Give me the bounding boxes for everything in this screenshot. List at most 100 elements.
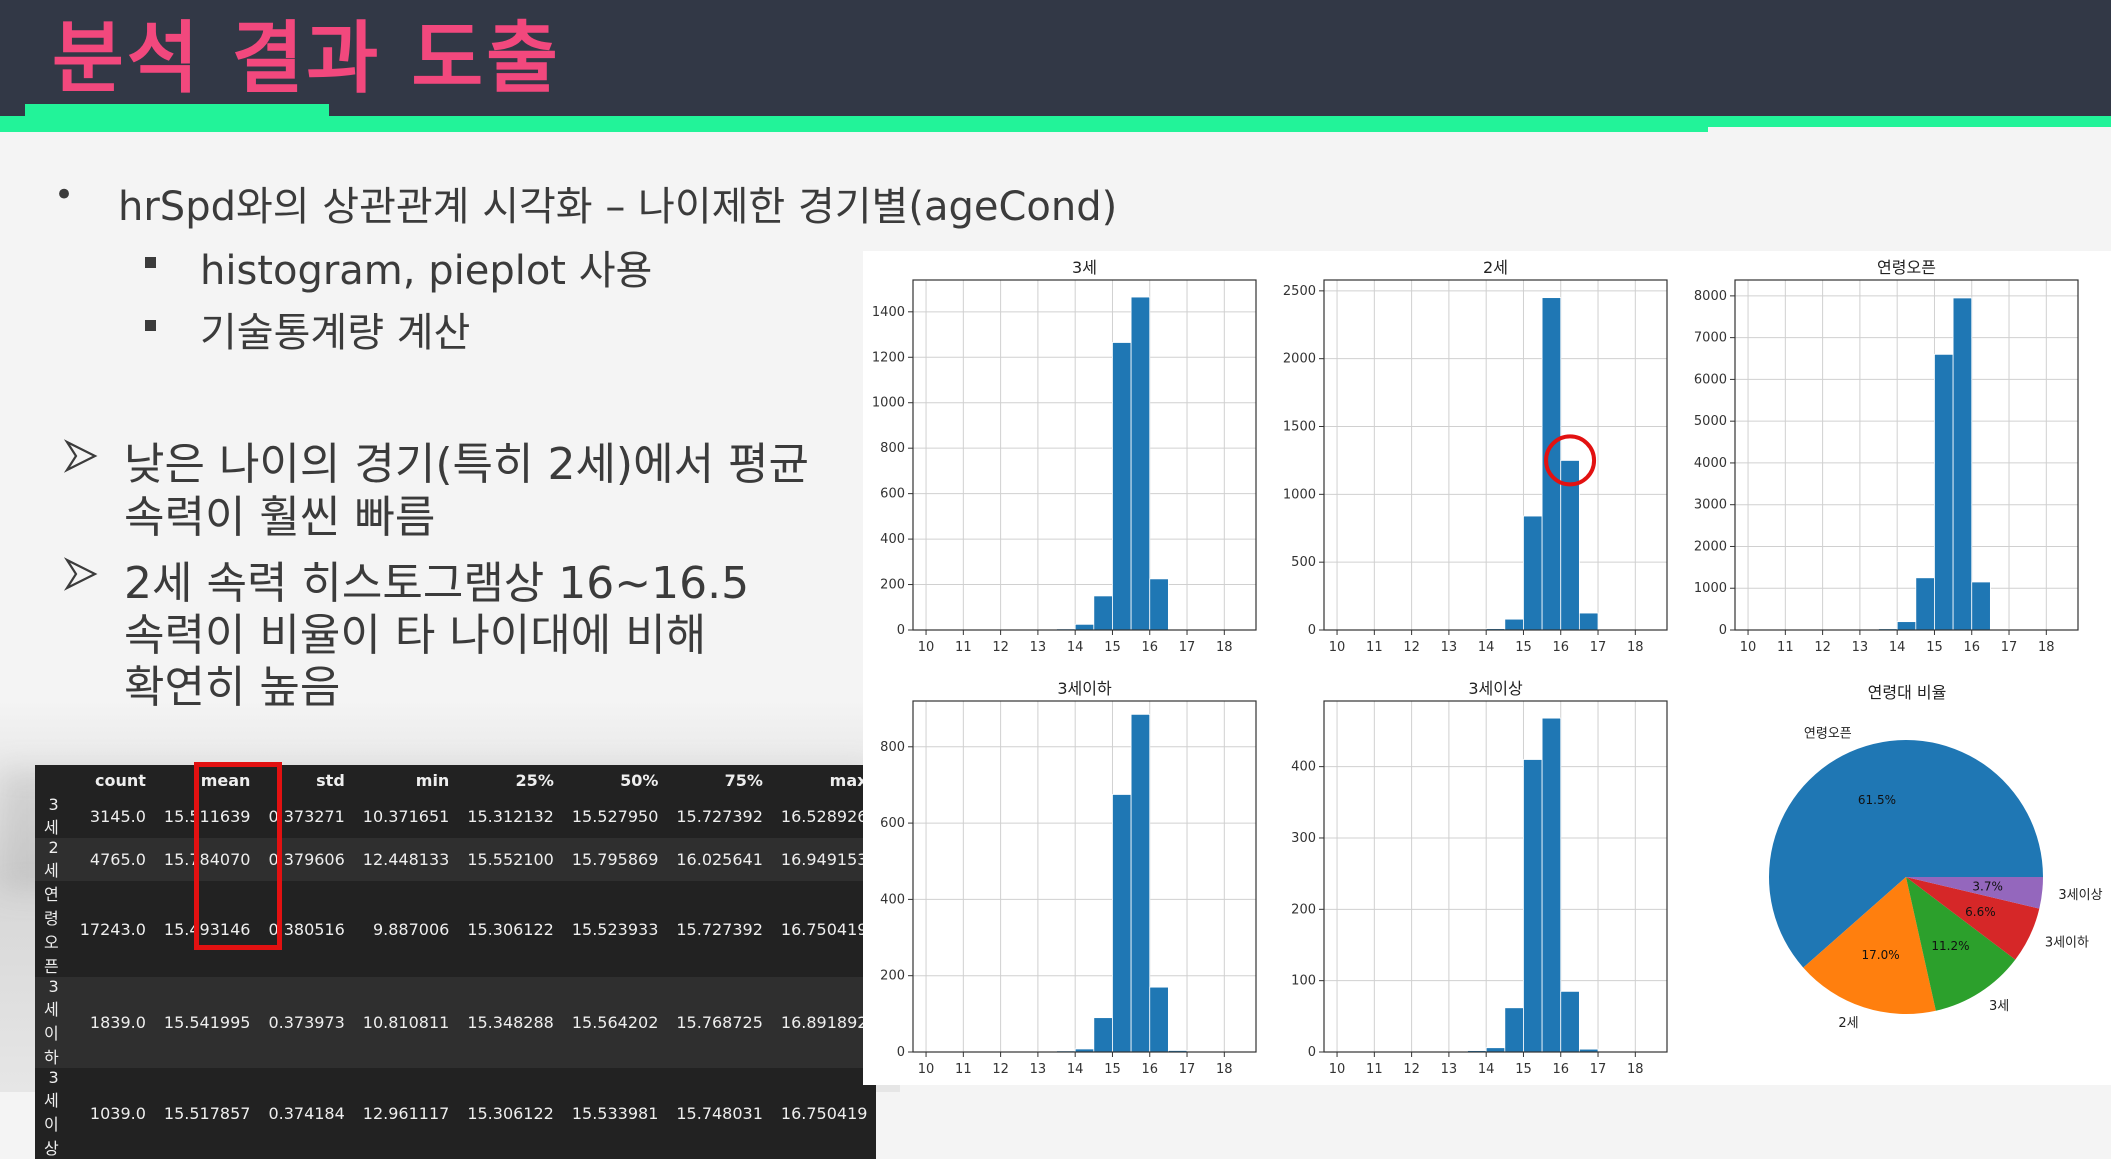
table-cell: 15.533981: [571, 1104, 659, 1123]
x-tick-label: 17: [2001, 640, 2018, 655]
charts-panel: 3세 10 11 12 13 14 15 16 17 18 0 200 400 600 800 1000 120…: [863, 251, 2111, 1085]
histogram-title: 연령오픈: [1877, 258, 1936, 277]
y-tick-label: 0: [1308, 623, 1316, 638]
histogram-bar: [1915, 577, 1935, 631]
y-tick-label: 7000: [1694, 331, 1727, 346]
histogram-bar: [1560, 990, 1580, 1053]
table-cell: 9.887006: [372, 919, 450, 939]
y-tick-label: 400: [880, 892, 905, 907]
table-cell: 16.025641: [667, 838, 772, 881]
x-tick-label: 10: [918, 640, 935, 655]
histogram-title: 3세이상: [1468, 679, 1523, 698]
x-tick-label: 17: [1179, 1062, 1196, 1077]
y-tick-label: 1500: [1283, 420, 1316, 435]
x-tick-label: 11: [955, 640, 972, 655]
table-cell: 15.541995: [154, 977, 260, 1068]
table-cell: 15.312132: [467, 807, 554, 826]
x-tick-label: 12: [1403, 1062, 1420, 1077]
arrow-bullet-icon: [64, 557, 98, 591]
table-row-label: 3세: [44, 795, 59, 837]
pie-pct-label: 11.2%: [1931, 939, 1969, 953]
table-cell: 12.448133: [353, 838, 459, 881]
x-tick-label: 15: [1515, 640, 1532, 655]
y-tick-label: 2000: [1694, 539, 1727, 554]
describe-stats-table: count mean std min 25% 50% 75% max 3세 3145.0 15.5…: [35, 765, 877, 1159]
y-tick-label: 0: [1308, 1045, 1316, 1060]
x-tick-label: 11: [955, 1062, 972, 1077]
bullet-dot-icon: •: [54, 175, 75, 215]
axes-frame: [1734, 279, 2079, 631]
table-corner-cell: [35, 765, 71, 795]
table-column-header: count: [95, 770, 146, 790]
histogram-bar: [1130, 713, 1151, 1053]
y-tick-label: 100: [1291, 974, 1316, 989]
pie-slice-label: 3세이상: [2058, 888, 2102, 903]
table-cell: 15.768725: [667, 977, 772, 1068]
histogram-bar: [1130, 296, 1151, 631]
axes-frame: [1323, 279, 1668, 631]
x-tick-label: 15: [1104, 640, 1121, 655]
x-tick-label: 11: [1777, 640, 1794, 655]
histogram-bar: [1523, 759, 1543, 1053]
y-tick-label: 1000: [1694, 581, 1727, 596]
y-tick-label: 200: [880, 969, 905, 984]
x-tick-label: 18: [1216, 640, 1233, 655]
charts-figure: 3세10 11 12 13 14 15 16 17 1802004006008001000120…: [872, 258, 2103, 1077]
y-tick-label: 3000: [1694, 498, 1727, 513]
table-row: 3세 3145.0 15.511639 0.373271 10.371651 15.312…: [35, 795, 876, 838]
pie-slice-label: 2세: [1838, 1016, 1858, 1031]
x-tick-label: 16: [1552, 640, 1569, 655]
x-tick-label: 14: [1067, 1062, 1084, 1077]
x-tick-label: 17: [1590, 640, 1607, 655]
histogram-title: 3세: [1072, 258, 1097, 277]
accent-stripe-left: [25, 104, 329, 116]
histogram-bar: [1093, 595, 1113, 631]
x-tick-label: 13: [1441, 640, 1458, 655]
table-cell: 15.348288: [458, 977, 563, 1068]
y-tick-label: 6000: [1694, 372, 1727, 387]
table-cell: 10.810811: [353, 977, 459, 1068]
histogram-bar: [1149, 578, 1169, 631]
pie-pct-label: 6.6%: [1965, 905, 1996, 919]
square-bullet-icon: [145, 320, 156, 331]
histogram-bar: [1112, 342, 1132, 631]
histogram-bar: [1934, 353, 1954, 631]
x-tick-label: 16: [1141, 640, 1158, 655]
table-cell: 15.306122: [467, 919, 554, 939]
y-tick-label: 4000: [1694, 456, 1727, 471]
table-cell: 15.517857: [163, 1104, 251, 1123]
finding-2-line-3: 확연히 높음: [124, 662, 341, 713]
accent-stripe-right: [1708, 116, 2111, 127]
x-tick-label: 18: [1627, 640, 1644, 655]
x-tick-label: 12: [992, 640, 1009, 655]
y-tick-label: 0: [897, 1045, 905, 1060]
pie-slice-label: 3세: [1989, 999, 2009, 1014]
table-row-label: 3세이상: [44, 1068, 59, 1158]
table-row-label: 연령오픈: [44, 885, 59, 976]
x-tick-label: 14: [1889, 640, 1906, 655]
x-tick-label: 12: [1403, 640, 1420, 655]
histogram-bar: [1504, 1007, 1524, 1053]
table-row: 3세이하 1839.0 15.541995 0.373973 10.810811 15.3…: [35, 977, 877, 1068]
square-bullet-icon: [145, 257, 156, 268]
pie-title: 연령대 비율: [1868, 683, 1947, 702]
x-tick-label: 18: [1627, 1062, 1644, 1077]
table-cell: 3145.0: [89, 807, 146, 826]
histogram-bar: [1112, 794, 1132, 1053]
table-cell: 16.750419: [780, 1104, 868, 1123]
histogram-bar: [1074, 623, 1095, 631]
axes-frame: [912, 279, 1257, 631]
x-tick-label: 12: [992, 1062, 1009, 1077]
x-tick-label: 13: [1852, 640, 1869, 655]
histogram-title: 3세이하: [1057, 679, 1112, 698]
y-tick-label: 2500: [1283, 284, 1316, 299]
y-tick-label: 0: [897, 623, 905, 638]
table-cell: 15.748031: [676, 1104, 763, 1123]
slide-header: 분석 결과 도출: [0, 0, 2111, 118]
bullet-sub-1: histogram, pieplot 사용: [200, 248, 653, 294]
y-tick-label: 2000: [1283, 352, 1316, 367]
x-tick-label: 14: [1478, 1062, 1495, 1077]
table-column-header: min: [415, 770, 450, 790]
table-cell: 0.374184: [268, 1104, 345, 1123]
histogram-bar: [1523, 515, 1543, 631]
